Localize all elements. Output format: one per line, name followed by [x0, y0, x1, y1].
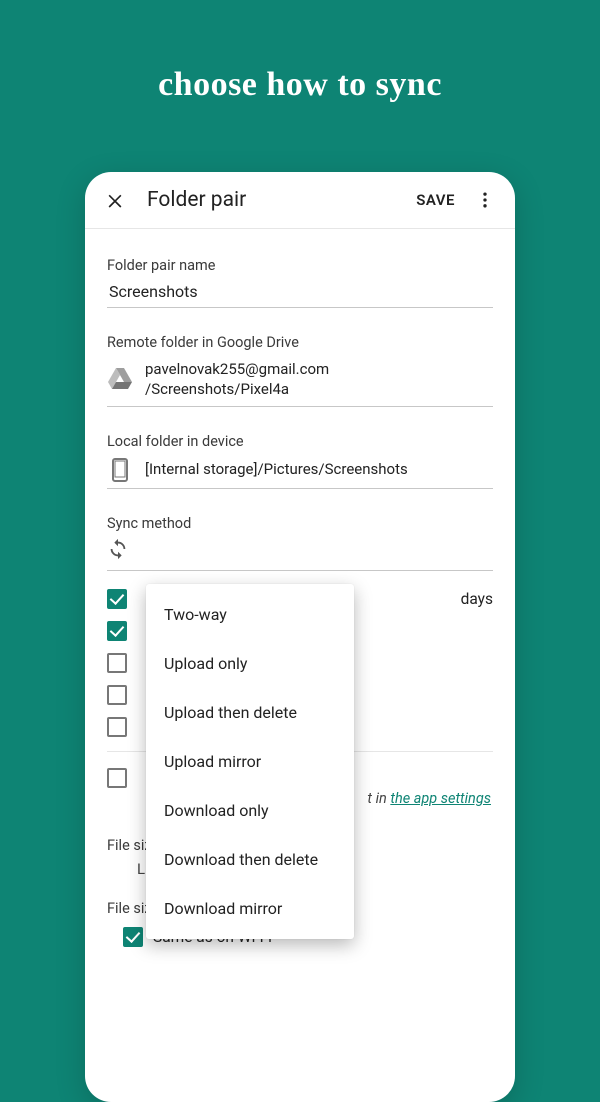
- app-settings-link[interactable]: the app settings: [390, 790, 491, 807]
- device-icon: [107, 458, 133, 482]
- menu-item-download-only[interactable]: Download only: [146, 786, 354, 835]
- close-button[interactable]: [93, 178, 137, 222]
- sync-method-row[interactable]: [107, 532, 493, 571]
- sync-method-menu: Two-way Upload only Upload then delete U…: [146, 584, 354, 939]
- name-input[interactable]: Screenshots: [107, 274, 493, 308]
- sync-icon: [107, 538, 129, 560]
- checkbox-icon: [107, 768, 127, 788]
- local-folder-text: [Internal storage]/Pictures/Screenshots: [145, 459, 408, 479]
- checkbox-icon: [107, 653, 127, 673]
- appbar-title: Folder pair: [147, 188, 408, 212]
- remote-folder-row[interactable]: pavelnovak255@gmail.com /Screenshots/Pix…: [107, 351, 493, 407]
- name-label: Folder pair name: [107, 257, 493, 274]
- menu-item-two-way[interactable]: Two-way: [146, 590, 354, 639]
- overflow-button[interactable]: [463, 178, 507, 222]
- remote-path: /Screenshots/Pixel4a: [145, 379, 329, 399]
- days-fragment: days: [461, 590, 493, 608]
- save-button[interactable]: SAVE: [408, 191, 463, 209]
- hint-prefix: t in: [367, 790, 390, 807]
- local-folder-row[interactable]: [Internal storage]/Pictures/Screenshots: [107, 450, 493, 489]
- local-label: Local folder in device: [107, 433, 493, 450]
- remote-account: pavelnovak255@gmail.com: [145, 359, 329, 379]
- checkbox-icon: [107, 717, 127, 737]
- checkbox-checked-icon: [123, 927, 143, 947]
- remote-folder-text: pavelnovak255@gmail.com /Screenshots/Pix…: [145, 359, 329, 400]
- checkbox-icon: [107, 685, 127, 705]
- menu-item-upload-then-delete[interactable]: Upload then delete: [146, 688, 354, 737]
- close-icon: [105, 190, 125, 210]
- menu-item-download-then-delete[interactable]: Download then delete: [146, 835, 354, 884]
- menu-item-upload-only[interactable]: Upload only: [146, 639, 354, 688]
- checkbox-checked-icon: [107, 621, 127, 641]
- hero-title: choose how to sync: [0, 0, 600, 146]
- more-vert-icon: [475, 190, 495, 210]
- menu-item-download-mirror[interactable]: Download mirror: [146, 884, 354, 933]
- menu-item-upload-mirror[interactable]: Upload mirror: [146, 737, 354, 786]
- checkbox-checked-icon: [107, 589, 127, 609]
- gdrive-icon: [107, 368, 133, 390]
- remote-label: Remote folder in Google Drive: [107, 334, 493, 351]
- sync-method-label: Sync method: [107, 515, 493, 532]
- app-bar: Folder pair SAVE: [85, 172, 515, 228]
